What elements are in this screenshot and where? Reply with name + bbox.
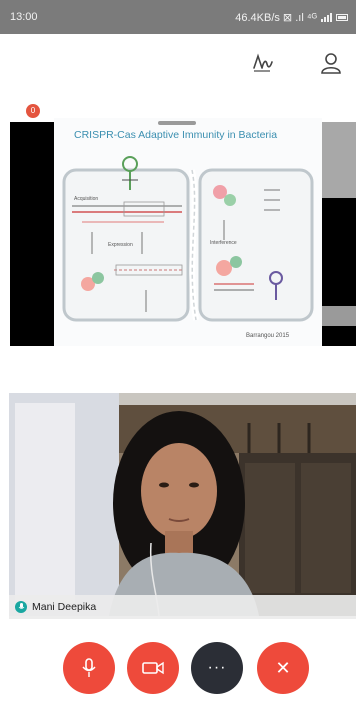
- battery-icon: [336, 13, 348, 21]
- slide-label-expression: Expression: [108, 242, 133, 248]
- network-info: 46.4KB/s ⊠ .ıl ⁴ᴳ: [235, 11, 317, 24]
- participant-video-image: [9, 393, 356, 616]
- more-dots-icon: ···: [207, 659, 227, 676]
- slide-drag-handle[interactable]: [158, 121, 196, 125]
- person-icon: [321, 53, 341, 74]
- participant-video[interactable]: [9, 393, 356, 616]
- participants-button[interactable]: [316, 48, 346, 78]
- video-camera-icon: [142, 661, 164, 675]
- participant-name-bar: Mani Deepika: [9, 595, 356, 619]
- microphone-icon: [82, 658, 96, 677]
- more-options-button[interactable]: ···: [191, 642, 243, 694]
- video-call-screen: 13:00 46.4KB/s ⊠ .ıl ⁴ᴳ 0 CRISPR-Cas Ada…: [0, 0, 356, 706]
- mute-button[interactable]: [63, 642, 115, 694]
- whiteboard-button[interactable]: [248, 48, 278, 78]
- status-time: 13:00: [10, 11, 38, 23]
- participant-name: Mani Deepika: [32, 601, 97, 613]
- slide-label-acquisition: Acquisition: [74, 196, 99, 202]
- slide-title: CRISPR-Cas Adaptive Immunity in Bacteria: [74, 129, 278, 141]
- status-indicators: 46.4KB/s ⊠ .ıl ⁴ᴳ: [235, 11, 348, 24]
- video-toggle-button[interactable]: [127, 642, 179, 694]
- status-bar: 13:00 46.4KB/s ⊠ .ıl ⁴ᴳ: [0, 0, 356, 34]
- shared-screen-grey-strip: [322, 306, 356, 326]
- close-icon: ✕: [275, 657, 291, 678]
- slide-label-interference: Interference: [210, 240, 237, 246]
- slide-diagram: [62, 156, 314, 322]
- shared-screen-black-region-left: [10, 122, 54, 346]
- end-call-button[interactable]: ✕: [257, 642, 309, 694]
- audio-indicator-icon: [15, 601, 27, 613]
- signal-icon: [321, 12, 332, 22]
- whiteboard-signature-icon: [253, 53, 273, 72]
- slide-citation: Barrangou 2015: [246, 333, 290, 339]
- notification-badge[interactable]: 0: [26, 104, 40, 118]
